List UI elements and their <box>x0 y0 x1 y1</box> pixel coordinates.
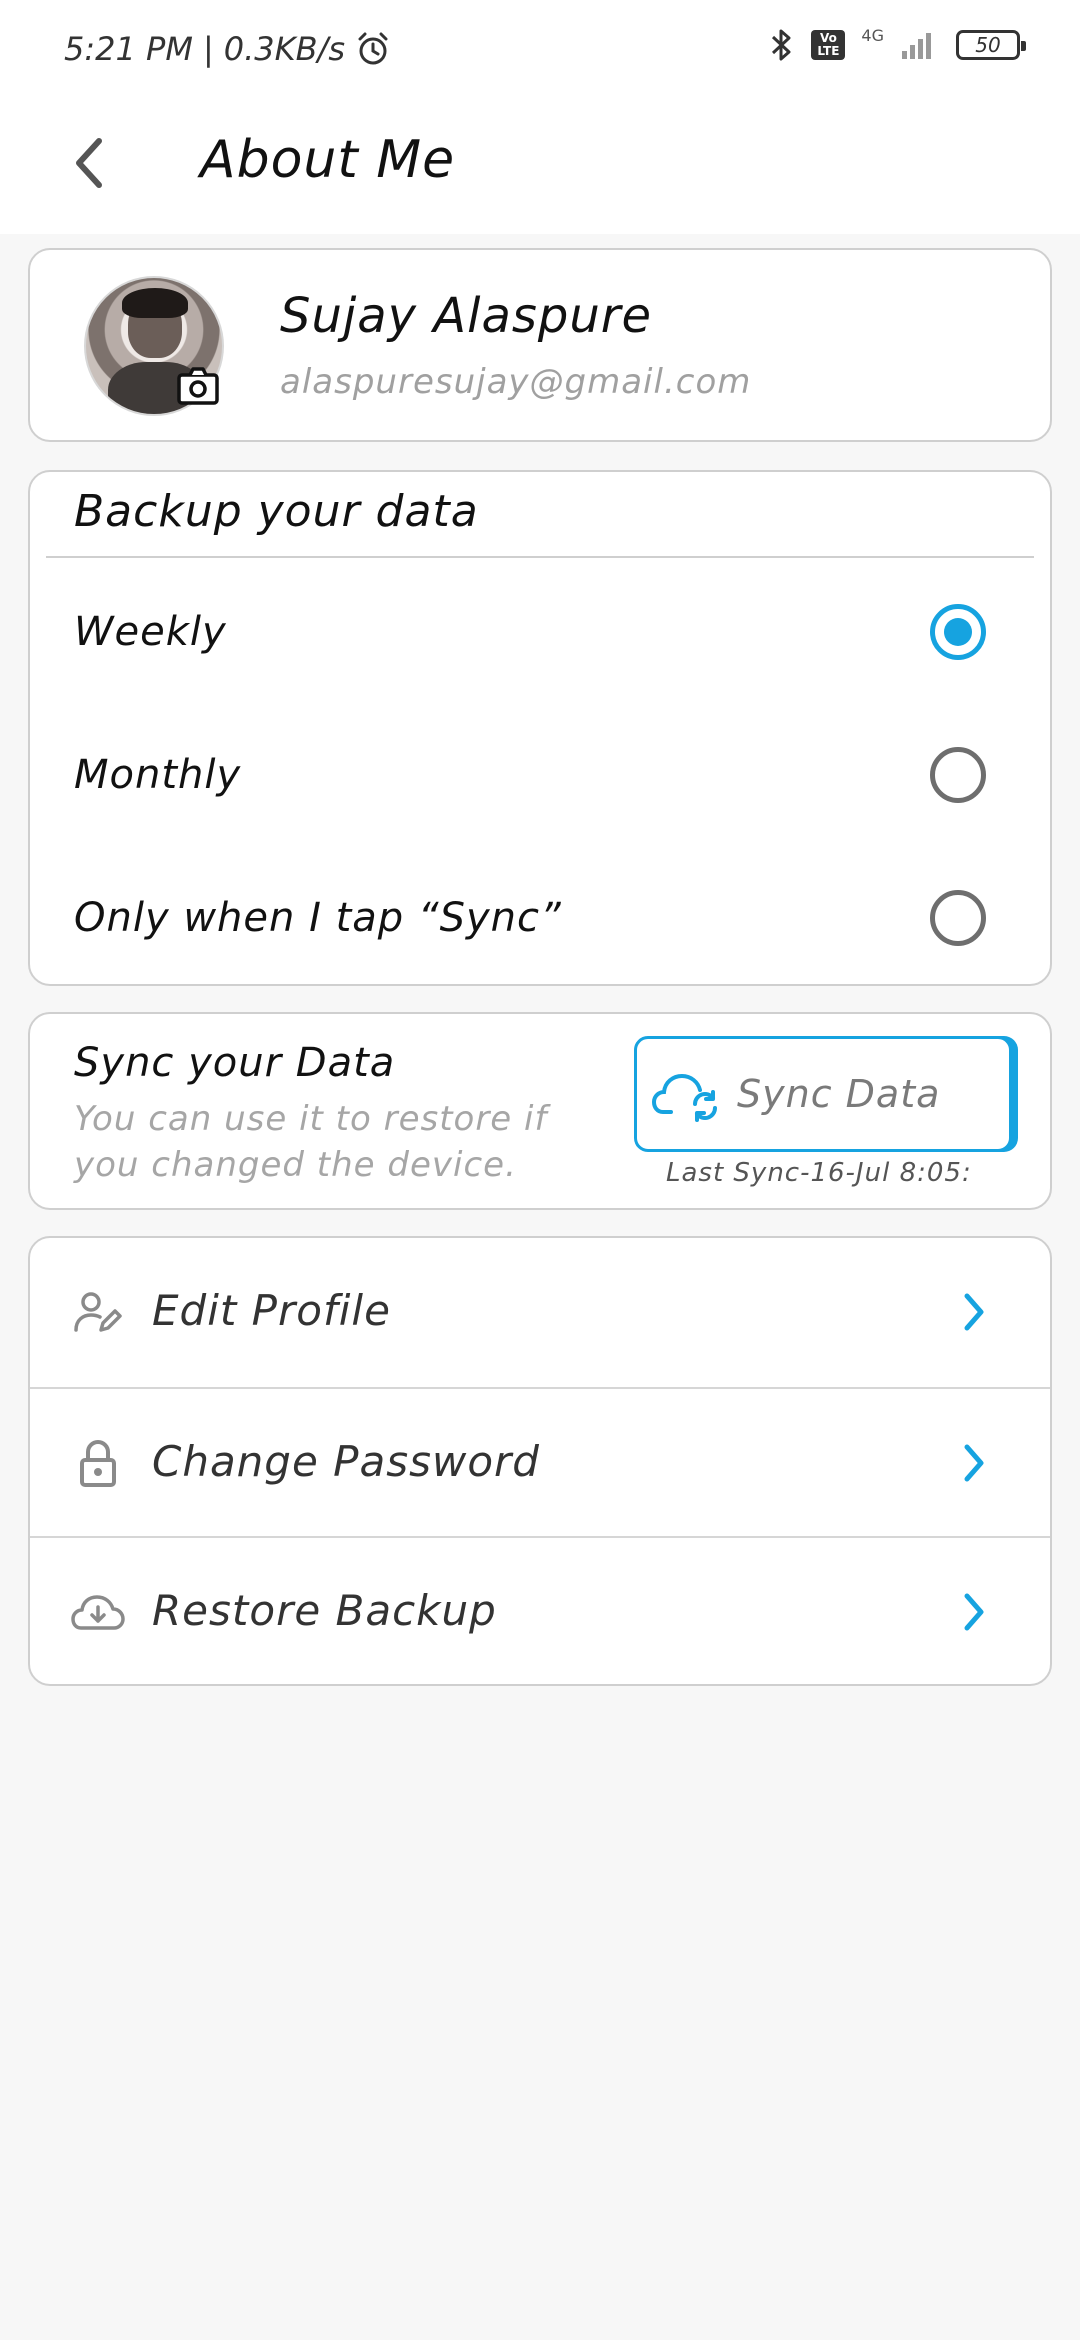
signal-icon <box>902 33 931 59</box>
menu-item-label: Change Password <box>152 1437 540 1486</box>
change-photo-button[interactable] <box>176 366 220 406</box>
network-type: 4G <box>861 25 884 45</box>
sync-card: Sync your Data You can use it to restore… <box>28 1012 1052 1210</box>
cloud-download-icon <box>68 1584 128 1640</box>
chevron-right-icon <box>954 1588 994 1636</box>
status-left: 5:21 PM | 0.3KB/s <box>64 30 391 68</box>
volte-icon: Vo LTE <box>811 30 846 60</box>
chevron-right-icon <box>954 1288 994 1336</box>
page-title: About Me <box>200 130 456 190</box>
sync-description: You can use it to restore if you changed… <box>74 1099 548 1185</box>
battery-level: 50 <box>975 33 1001 57</box>
status-network-speed: 0.3KB/s <box>223 30 345 68</box>
alarm-icon <box>358 32 388 65</box>
status-time: 5:21 PM <box>64 30 193 68</box>
lock-icon <box>68 1435 128 1491</box>
sync-button-label: Sync Data <box>737 1072 941 1116</box>
radio-button[interactable] <box>930 747 986 803</box>
cloud-sync-icon <box>651 1073 717 1122</box>
status-bar: 5:21 PM | 0.3KB/s Vo LTE 4G 50 <box>0 0 1080 100</box>
menu-item-change-password[interactable]: Change Password <box>30 1387 1050 1536</box>
backup-option-label: Weekly <box>74 609 227 655</box>
status-right: Vo LTE 4G 50 <box>769 25 1026 62</box>
last-sync-text: Last Sync-16-Jul 8:05: <box>666 1158 972 1188</box>
menu-item-edit-profile[interactable]: Edit Profile <box>30 1238 1050 1387</box>
backup-option-monthly[interactable]: Monthly <box>30 705 1050 845</box>
profile-name: Sujay Alaspure <box>280 288 653 344</box>
status-separator: | <box>202 30 214 68</box>
backup-option-manual-sync[interactable]: Only when I tap “Sync” <box>30 848 1050 988</box>
radio-button-selected[interactable] <box>930 604 986 660</box>
volte-bottom-text: LTE <box>817 44 840 58</box>
battery-icon: 50 <box>956 30 1026 60</box>
backup-title: Backup your data <box>74 486 479 537</box>
sync-title: Sync your Data <box>74 1040 396 1086</box>
chevron-right-icon <box>954 1439 994 1487</box>
app-bar: About Me <box>0 100 1080 234</box>
avatar-hair <box>122 288 188 318</box>
radio-button[interactable] <box>930 890 986 946</box>
backup-option-label: Monthly <box>74 752 242 798</box>
sync-data-button[interactable]: Sync Data <box>634 1036 1012 1152</box>
bluetooth-icon <box>772 29 791 61</box>
edit-profile-icon <box>68 1284 128 1340</box>
backup-card: Backup your data Weekly Monthly Only whe… <box>28 470 1052 986</box>
menu-item-label: Edit Profile <box>152 1286 391 1335</box>
profile-email: alaspuresujay@gmail.com <box>280 362 752 402</box>
camera-icon <box>177 367 219 405</box>
menu-item-restore-backup[interactable]: Restore Backup <box>30 1536 1050 1684</box>
backup-option-weekly[interactable]: Weekly <box>30 562 1050 702</box>
back-button[interactable] <box>58 128 118 198</box>
backup-option-label: Only when I tap “Sync” <box>74 895 562 941</box>
chevron-left-icon <box>76 138 102 188</box>
profile-card: Sujay Alaspure alaspuresujay@gmail.com <box>28 248 1052 442</box>
menu-item-label: Restore Backup <box>152 1586 497 1635</box>
divider <box>46 556 1034 558</box>
menu-card: Edit Profile Change Password Restore Bac… <box>28 1236 1052 1686</box>
